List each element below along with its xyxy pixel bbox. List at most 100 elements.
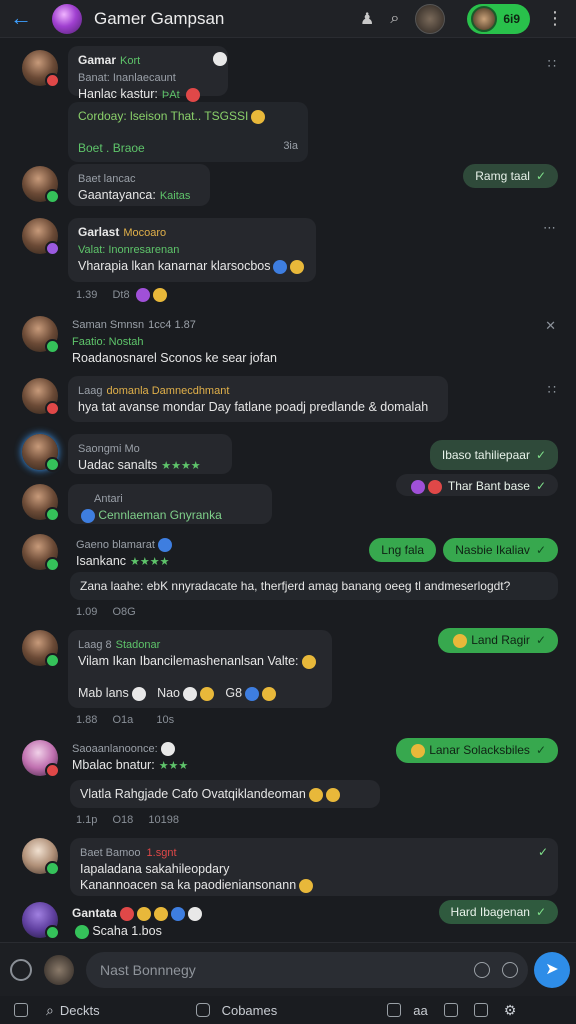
close-icon[interactable]: ✕ <box>545 318 556 334</box>
bottom-tool-6[interactable]: ⚙ <box>504 1002 517 1019</box>
outgoing-message[interactable]: Nasbie Ikaliav ✓ <box>443 538 558 562</box>
more-menu-icon[interactable]: ⋮ <box>546 8 564 29</box>
emoji-icon <box>410 479 425 494</box>
bottom-tool-1[interactable] <box>14 1003 28 1017</box>
deckts-tab[interactable]: ⌕ Deckts <box>46 1002 100 1019</box>
bottom-tool-2[interactable] <box>387 1003 402 1017</box>
outgoing-text: Nasbie Ikaliav <box>455 543 530 557</box>
message-time: 1.88 <box>76 714 98 726</box>
sender-tag: Mocoaro <box>123 227 167 239</box>
user-avatar[interactable] <box>44 955 74 985</box>
avatar[interactable] <box>22 166 60 204</box>
back-arrow-icon[interactable]: ← <box>10 6 32 29</box>
message-time: 1.39 <box>76 288 98 301</box>
message-count: O8G <box>112 606 136 618</box>
avatar[interactable] <box>22 484 60 522</box>
message-input[interactable]: Nast Bonnnegy <box>86 952 528 988</box>
message-bubble[interactable]: Gamar Kort Banat: Inanlaecaunt Hanlac kas… <box>68 46 228 102</box>
reaction-icon[interactable] <box>135 288 150 302</box>
sender-tag: domanla Damnecdhmant <box>106 385 230 397</box>
cobames-tab[interactable]: Cobames <box>195 1003 277 1018</box>
avatar[interactable] <box>22 534 60 572</box>
outgoing-message[interactable]: Thar Bant base ✓ <box>395 474 558 496</box>
more-icon[interactable]: ⋯ <box>543 220 556 236</box>
avatar[interactable] <box>22 838 60 876</box>
message-bubble[interactable]: Zana laahe: ebK nnyradacate ha, therfjer… <box>70 572 558 600</box>
avatar[interactable] <box>22 630 60 668</box>
chat-title[interactable]: Gamer Gampsan <box>94 9 360 29</box>
add-user-icon[interactable]: ♟ <box>360 9 374 29</box>
bottom-toolbar: ⌕ Deckts Cobames aa ⚙ <box>0 996 576 1024</box>
message-bubble[interactable]: Baet lancac Gaantayanca: Kaitas <box>68 164 210 206</box>
outgoing-text: Hard Ibagenan <box>450 905 530 919</box>
sender-name: Laag <box>78 385 103 397</box>
message-text: Uadac sanalts <box>78 458 158 472</box>
sender-name: Laag 8 <box>78 639 112 651</box>
message-text: Mbalac bnatur: <box>72 758 155 772</box>
message-bubble[interactable]: Cordoay: lseison That.. TSGSSI Boet . Br… <box>68 102 308 162</box>
message-text: Hanlac kastur: <box>78 87 158 101</box>
box-icon <box>473 1003 488 1017</box>
sticker-icon[interactable] <box>502 962 518 978</box>
message-meta: 1.39 Dt8 <box>76 288 167 302</box>
message-block[interactable]: Gantata Scaha 1.bos <box>72 904 202 940</box>
message-bubble[interactable]: Vlatla Rahgjade Cafo Ovatqiklandeoman <box>70 780 380 808</box>
outgoing-message[interactable]: Ramg taal ✓ <box>463 164 558 188</box>
message-feed[interactable]: Gamar Kort Banat: Inanlaecaunt Hanlac kas… <box>0 38 576 942</box>
message-subline: Banat: Inanlaecaunt <box>78 72 176 84</box>
reaction-icon[interactable] <box>152 288 167 302</box>
search-icon[interactable]: ⌕ <box>390 10 399 28</box>
message-block[interactable]: Gaeno blamarat Isankanc ★★★★ <box>76 536 172 570</box>
avatar[interactable] <box>22 434 60 472</box>
message-text: Vilam Ikan Ibancilemashenanlsan Valte: <box>78 654 299 668</box>
message-bubble[interactable]: Garlast Mocoaro Valat: Inonresarenan Vhar… <box>68 218 316 282</box>
outgoing-message[interactable]: Hard Ibagenan ✓ <box>438 900 558 924</box>
message-bubble[interactable]: Antari Cennlaeman Gnyranka <box>68 484 272 524</box>
message-meta: 1.88 O1a 10s <box>76 714 174 726</box>
avatar[interactable] <box>22 316 60 354</box>
emoji-icon <box>251 109 266 124</box>
reaction-icon[interactable] <box>213 52 227 66</box>
bottom-tool-5[interactable] <box>473 1003 488 1017</box>
emoji-icon <box>170 906 185 921</box>
avatar[interactable] <box>22 740 60 778</box>
sender-tag: Stadonar <box>115 639 161 651</box>
message-bubble[interactable]: Saongmi Mo Uadac sanalts ★★★★ <box>68 434 232 474</box>
outgoing-message[interactable]: Lng fala <box>369 538 436 562</box>
outgoing-message[interactable]: Land Ragir ✓ <box>438 628 558 653</box>
message-block[interactable]: Saman Smnsn 1cc4 1.87 Faatio: Nostah Road… <box>72 316 277 366</box>
emoji-picker-icon[interactable] <box>474 962 490 978</box>
message-count: 10s <box>156 714 175 726</box>
outgoing-message[interactable]: Ibaso tahiliepaar ✓ <box>429 440 558 470</box>
message-bubble[interactable]: Baet Bamoo 1.sgnt Iapaladana sakahileopda… <box>70 838 558 896</box>
message-count: 10198 <box>148 814 179 826</box>
message-text: G8 <box>225 686 243 700</box>
message-block[interactable]: Saoaanlanoonce: Mbalac bnatur: ★★★ <box>72 740 188 774</box>
drag-handle-icon[interactable]: ∷ <box>548 56 556 72</box>
voice-chat-pill[interactable]: 6i9 <box>467 3 530 34</box>
avatar[interactable] <box>22 378 60 416</box>
rating-stars: ★★★★ <box>130 556 170 568</box>
attach-icon[interactable] <box>10 959 32 981</box>
sender-name: Saman Smnsn <box>72 319 145 331</box>
message-text: Cennlaeman Gnyranka <box>98 508 222 522</box>
avatar[interactable] <box>22 902 60 940</box>
status-dot <box>45 925 60 940</box>
bottom-tool-4[interactable] <box>443 1003 458 1017</box>
outgoing-message[interactable]: Lanar Solacksbiles ✓ <box>396 738 558 763</box>
pill-avatar <box>471 5 498 32</box>
grid-icon <box>443 1003 458 1017</box>
message-bubble[interactable]: Laag domanla Damnecdhmant hya tat avanse … <box>68 376 448 422</box>
member-avatar[interactable] <box>415 3 446 34</box>
send-button[interactable]: ➤ <box>534 952 570 988</box>
bottom-tool-3[interactable]: aa <box>413 1003 427 1018</box>
status-dot <box>45 339 60 354</box>
avatar[interactable] <box>22 218 60 256</box>
chat-avatar[interactable] <box>52 3 82 34</box>
avatar[interactable] <box>22 50 60 88</box>
message-bubble[interactable]: Laag 8 Stadonar Vilam Ikan Ibancilemashen… <box>68 630 332 708</box>
sender-name: Antari <box>94 493 123 505</box>
drag-handle-icon[interactable]: ∷ <box>548 382 556 398</box>
emoji-icon <box>290 259 305 274</box>
message-subline: Faatio: Nostah <box>72 336 144 348</box>
